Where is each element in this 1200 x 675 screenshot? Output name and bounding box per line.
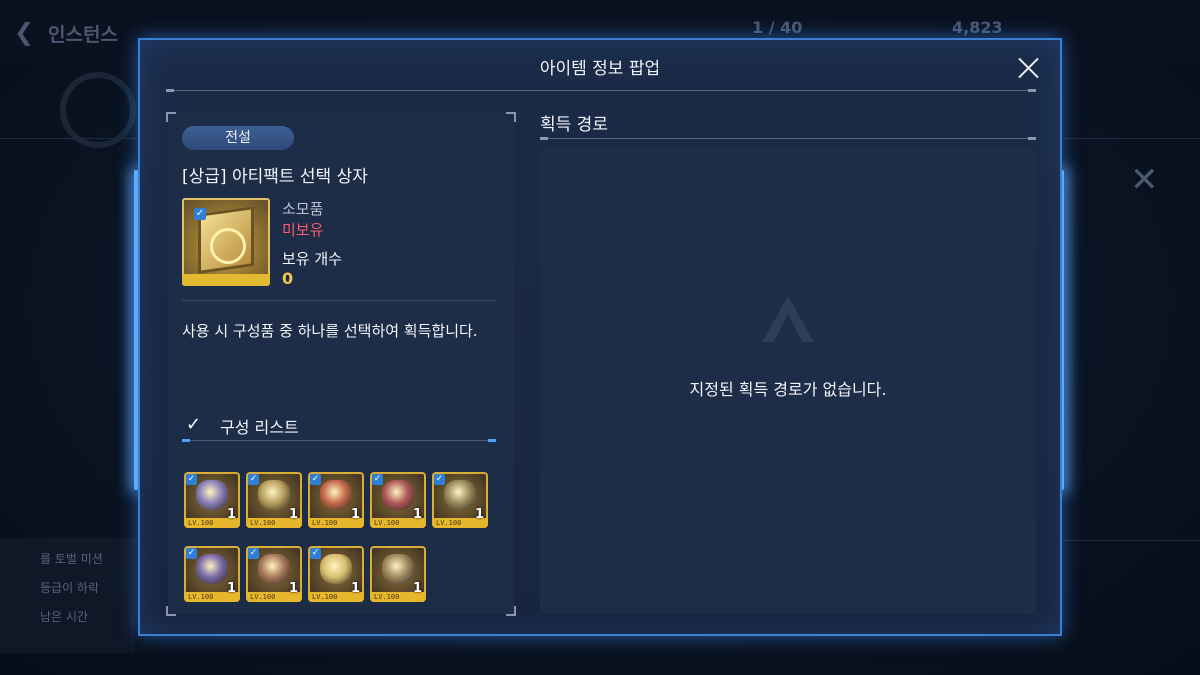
- background-emblem-icon: [60, 72, 136, 148]
- item-description: 사용 시 구성품 중 하나를 선택하여 획득합니다.: [182, 322, 478, 340]
- slot-level: LV.100: [312, 593, 338, 601]
- check-icon: ✓: [310, 474, 321, 485]
- popup-title: 아이템 정보 팝업: [539, 59, 661, 79]
- component-slot[interactable]: LV.100 1: [370, 546, 426, 602]
- slot-level: LV.100: [374, 519, 400, 527]
- artifact-icon: [196, 480, 228, 510]
- component-list-label: 구성 리스트: [220, 418, 299, 437]
- section-divider: [182, 300, 496, 301]
- check-icon: ✓: [372, 474, 383, 485]
- component-slot[interactable]: LV.100 1 ✓: [308, 546, 364, 602]
- item-name: [상급] 아티팩트 선택 상자: [182, 167, 368, 187]
- artifact-icon: [196, 554, 228, 584]
- slot-quantity: 1: [350, 581, 360, 596]
- slot-quantity: 1: [288, 507, 298, 522]
- background-panel-line: 를 토벌 미션: [40, 552, 103, 566]
- artifact-icon: [320, 480, 352, 510]
- check-icon: ✓: [248, 474, 259, 485]
- slot-quantity: 1: [412, 581, 422, 596]
- artifact-icon: [444, 480, 476, 510]
- artifact-box-icon[interactable]: ✓: [182, 198, 270, 286]
- artifact-icon: [382, 554, 414, 584]
- component-slot[interactable]: LV.100 1 ✓: [370, 472, 426, 528]
- corner-bracket: [506, 606, 516, 616]
- slot-quantity: 1: [350, 507, 360, 522]
- slot-level: LV.100: [374, 593, 400, 601]
- artifact-icon: [320, 554, 352, 584]
- sun-emblem-icon: [210, 228, 246, 264]
- check-icon: ✓: [434, 474, 445, 485]
- grade-badge: 전설: [182, 126, 294, 150]
- corner-bracket: [166, 606, 176, 616]
- slot-quantity: 1: [288, 581, 298, 596]
- slot-quantity: 1: [412, 507, 422, 522]
- component-slot[interactable]: LV.100 1 ✓: [184, 546, 240, 602]
- artifact-icon: [382, 480, 414, 510]
- component-slot[interactable]: LV.100 1 ✓: [246, 472, 302, 528]
- slot-level: LV.100: [250, 593, 276, 601]
- check-icon: ✓: [248, 548, 259, 559]
- component-slot[interactable]: LV.100 1 ✓: [246, 546, 302, 602]
- background-stat-1: 1 / 40: [752, 18, 803, 37]
- check-icon: ✓: [186, 548, 197, 559]
- corner-bracket: [506, 112, 516, 122]
- item-detail-panel: 전설 [상급] 아티팩트 선택 상자 ✓ 소모품 미보유 보유 개수 0 사용 …: [166, 112, 516, 616]
- close-button[interactable]: [1016, 56, 1040, 80]
- slot-level: LV.100: [250, 519, 276, 527]
- owned-count-label: 보유 개수: [282, 250, 342, 268]
- acquisition-route-panel: 지정된 획득 경로가 없습니다.: [540, 148, 1036, 614]
- slot-level: LV.100: [312, 519, 338, 527]
- back-arrow-icon: ❮: [14, 18, 35, 46]
- check-icon: ✓: [310, 548, 321, 559]
- checkmark-icon: ✓: [186, 414, 202, 435]
- background-panel-line: 등급이 하락: [40, 581, 100, 595]
- artifact-icon: [258, 554, 290, 584]
- background-title: 인스턴스: [48, 24, 118, 46]
- background-stat-2: 4,823: [952, 18, 1003, 37]
- check-icon: ✓: [194, 208, 206, 220]
- slot-quantity: 1: [226, 507, 236, 522]
- watermark-logo-icon: [762, 296, 814, 342]
- component-slot[interactable]: LV.100 1 ✓: [184, 472, 240, 528]
- component-slot[interactable]: LV.100 1 ✓: [308, 472, 364, 528]
- title-divider: [166, 89, 1036, 92]
- artifact-icon: [258, 480, 290, 510]
- owned-status: 미보유: [282, 221, 324, 239]
- background-close-icon: ✕: [1130, 160, 1159, 200]
- slot-quantity: 1: [226, 581, 236, 596]
- item-info-popup: 아이템 정보 팝업 전설 [상급] 아티팩트 선택 상자 ✓ 소모품 미보유 보…: [138, 38, 1062, 636]
- component-slot[interactable]: LV.100 1 ✓: [432, 472, 488, 528]
- owned-count-value: 0: [282, 269, 294, 288]
- component-list-divider: [182, 439, 496, 442]
- background-panel-line: 남은 시간: [40, 610, 88, 624]
- corner-bracket: [166, 112, 176, 122]
- component-list-header[interactable]: ✓ 구성 리스트: [182, 410, 496, 442]
- slot-level: LV.100: [436, 519, 462, 527]
- slot-level: LV.100: [188, 593, 214, 601]
- slot-quantity: 1: [474, 507, 484, 522]
- acquisition-route-divider: [540, 137, 1036, 140]
- icon-grade-strip: [182, 274, 270, 286]
- acquisition-route-title: 획득 경로: [540, 115, 608, 135]
- check-icon: ✓: [186, 474, 197, 485]
- background-side-panel: 를 토벌 미션 등급이 하락 남은 시간: [0, 538, 135, 653]
- acquisition-empty-message: 지정된 획득 경로가 없습니다.: [689, 380, 887, 399]
- slot-level: LV.100: [188, 519, 214, 527]
- item-type: 소모품: [282, 200, 324, 218]
